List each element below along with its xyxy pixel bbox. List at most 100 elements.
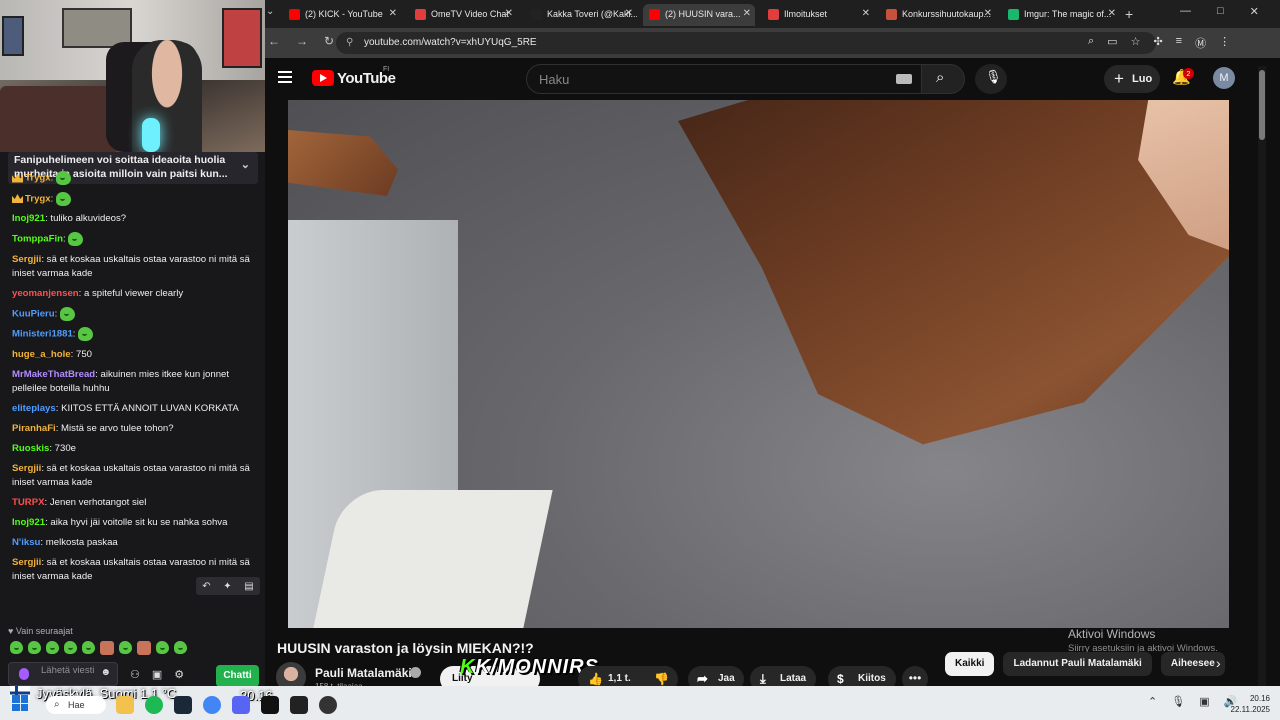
media-controls-icon[interactable]: ≡ — [1176, 35, 1182, 51]
video-player[interactable] — [288, 100, 1229, 628]
browser-tab[interactable]: (2) KICK - YouTube ✕ — [283, 4, 401, 26]
chat-message[interactable]: TURPX: Jenen verhotangot siel — [12, 493, 252, 513]
chat-message[interactable]: yeomanjensen: a spiteful viewer clearly — [12, 284, 252, 304]
chat-message[interactable]: N'iksu: melkosta paskaa — [12, 533, 252, 553]
trash-icon[interactable]: ▤ — [244, 581, 253, 592]
filter-chip[interactable]: Ladannut Pauli Matalamäki — [1003, 652, 1152, 676]
create-button[interactable]: + Luo — [1104, 65, 1160, 93]
site-info-icon[interactable]: ⚲ — [346, 32, 353, 54]
emote-face-icon[interactable] — [100, 641, 114, 655]
zoom-icon[interactable]: ⌕ — [1088, 35, 1094, 51]
pinned-users-icon[interactable]: ⚇ — [130, 668, 140, 681]
browser-tab[interactable]: (2) HUUSIN vara... ✕ — [643, 4, 755, 26]
chat-username[interactable]: Trygx — [25, 173, 51, 184]
chat-username[interactable]: Ruoskis — [12, 443, 49, 454]
chat-username[interactable]: TURPX — [12, 497, 45, 508]
chat-username[interactable]: Sergjii — [12, 254, 41, 265]
chat-message[interactable]: Sergjii: sä et koskaa uskaltais ostaa va… — [12, 459, 252, 493]
chat-username[interactable]: huge_a_hole — [12, 349, 71, 360]
filter-chip[interactable]: Kaikki — [945, 652, 995, 676]
close-tab-icon[interactable]: ✕ — [1108, 4, 1116, 24]
chat-username[interactable]: Inoj921 — [12, 213, 45, 224]
send-chat-button[interactable]: Chatti — [216, 665, 259, 687]
browser-tab[interactable]: Imgur: The magic of... ✕ — [1002, 4, 1120, 26]
file-explorer-icon[interactable] — [116, 696, 134, 714]
x-app-icon[interactable] — [261, 696, 279, 714]
emoji-icon[interactable]: ☻ — [100, 668, 111, 678]
reply-icon[interactable]: ↶ — [202, 581, 210, 592]
chat-username[interactable]: KuuPieru — [12, 308, 55, 319]
menu-icon[interactable]: ⋮ — [1219, 35, 1230, 51]
bookmark-star-icon[interactable]: ☆ — [1131, 35, 1141, 51]
chat-username[interactable]: PiranhaFi — [12, 423, 56, 434]
emote-icon[interactable] — [64, 641, 77, 654]
new-tab-icon[interactable]: + — [1125, 6, 1133, 22]
obs-icon[interactable] — [319, 696, 337, 714]
chat-message[interactable]: Inoj921: aika hyvi jäi voitolle sit ku s… — [12, 513, 252, 533]
chat-message[interactable]: Ruoskis: 730e — [12, 439, 252, 459]
profile-icon[interactable]: Ⓜ — [1195, 35, 1206, 51]
search-input[interactable]: Haku — [526, 64, 922, 94]
microphone-tray-icon[interactable]: 🎙 — [1171, 695, 1185, 708]
close-tab-icon[interactable]: ✕ — [389, 4, 397, 24]
steam-icon[interactable] — [174, 696, 192, 714]
settings-icon[interactable]: ⚙ — [174, 668, 184, 681]
chat-username[interactable]: N'iksu — [12, 537, 40, 548]
discord-icon[interactable] — [232, 696, 250, 714]
emote-icon[interactable] — [46, 641, 59, 654]
cast-icon[interactable]: ▭ — [1107, 35, 1117, 51]
maximize-icon[interactable]: □ — [1217, 5, 1224, 18]
close-tab-icon[interactable]: ✕ — [743, 4, 751, 24]
reload-icon[interactable]: ↻ — [324, 34, 334, 48]
youtube-logo-icon[interactable] — [312, 70, 334, 86]
chat-message[interactable]: TomppaFin: — [12, 229, 252, 250]
emote-icon[interactable] — [10, 641, 23, 654]
chat-message[interactable]: Trygx: — [12, 189, 252, 210]
extensions-icon[interactable]: ✣ — [1153, 35, 1162, 51]
close-tab-icon[interactable]: ✕ — [862, 4, 870, 24]
chat-message[interactable]: Sergjii: sä et koskaa uskaltais ostaa va… — [12, 250, 252, 284]
browser-tab[interactable]: Kakka Toveri (@Kaki... ✕ — [525, 4, 637, 26]
chat-username[interactable]: MrMakeThatBread — [12, 369, 95, 380]
hamburger-menu-icon[interactable] — [278, 71, 292, 83]
chat-message[interactable]: Inoj921: tuliko alkuvideos? — [12, 209, 252, 229]
browser-tab[interactable]: Konkurssihuutokaup... ✕ — [880, 4, 996, 26]
chat-username[interactable]: TomppaFin — [12, 234, 63, 245]
chat-message[interactable]: Trygx: — [12, 168, 252, 189]
minimize-icon[interactable]: — — [1180, 5, 1191, 18]
chat-input[interactable]: Lähetä viesti ☻ — [8, 662, 118, 686]
emote-icon[interactable] — [174, 641, 187, 654]
chrome-icon[interactable] — [203, 696, 221, 714]
chat-username[interactable]: Inoj921 — [12, 517, 45, 528]
chat-username[interactable]: Sergjii — [12, 463, 41, 474]
chat-message[interactable]: Ministeri1881: — [12, 324, 252, 345]
forward-icon[interactable]: → — [296, 34, 308, 48]
emote-icon[interactable] — [156, 641, 169, 654]
url-bar[interactable]: ⚲ youtube.com/watch?v=xhUYUqG_5RE — [336, 32, 1156, 54]
close-tab-icon[interactable]: ✕ — [625, 4, 633, 24]
chat-username[interactable]: Ministeri1881 — [12, 329, 73, 340]
tab-search-icon[interactable]: ⌄ — [266, 6, 274, 17]
browser-tab[interactable]: OmeTV Video Chat ✕ — [409, 4, 517, 26]
close-tab-icon[interactable]: ✕ — [505, 4, 513, 24]
page-scrollbar[interactable] — [1258, 66, 1266, 686]
back-icon[interactable]: ← — [268, 34, 280, 48]
tray-chevron-icon[interactable]: ⌃ — [1148, 695, 1157, 708]
emote-icon[interactable] — [119, 641, 132, 654]
emote-face-icon[interactable] — [137, 641, 151, 655]
chat-username[interactable]: yeomanjensen — [12, 288, 79, 299]
taskbar-search[interactable]: ⌕ Hae — [46, 696, 106, 714]
chat-username[interactable]: Sergjii — [12, 557, 41, 568]
pin-icon[interactable]: ✦ — [223, 581, 231, 592]
spotify-icon[interactable] — [145, 696, 163, 714]
chevron-right-icon[interactable]: › — [1216, 655, 1221, 671]
app-icon[interactable] — [290, 696, 308, 714]
chat-message[interactable]: KuuPieru: — [12, 304, 252, 325]
network-icon[interactable]: ▣ — [1199, 695, 1209, 708]
chat-message[interactable]: eliteplays: KIITOS ETTÄ ANNOIT LUVAN KOR… — [12, 399, 252, 419]
scrollbar-thumb[interactable] — [1259, 70, 1265, 140]
account-avatar[interactable]: M — [1213, 67, 1235, 89]
chat-message[interactable]: PiranhaFi: Mistä se arvo tulee tohon? — [12, 419, 252, 439]
search-button[interactable]: ⌕ — [921, 64, 965, 94]
chat-username[interactable]: eliteplays — [12, 403, 56, 414]
